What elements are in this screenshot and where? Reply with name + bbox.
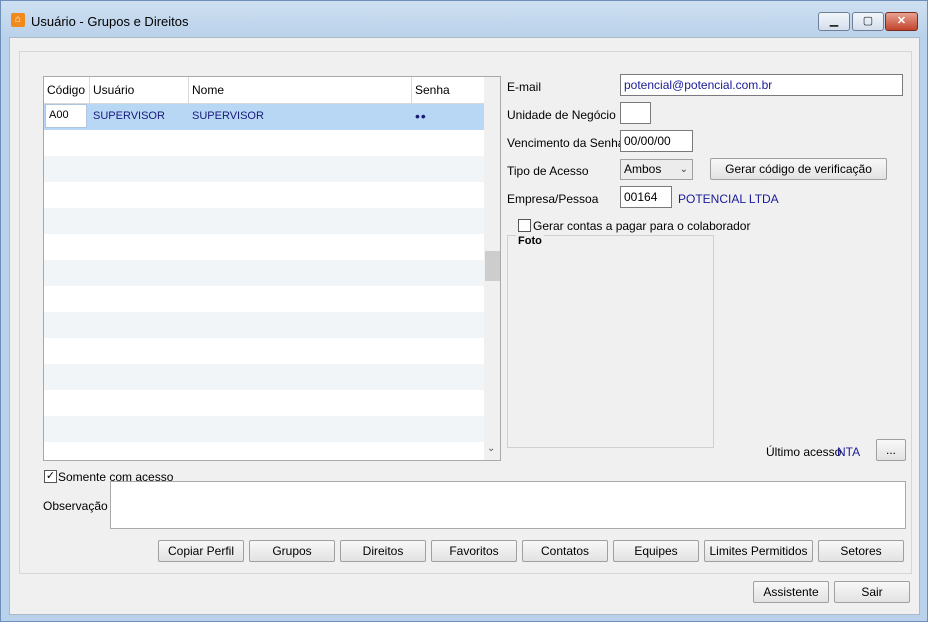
observacao-label: Observação	[43, 499, 108, 513]
close-button[interactable]: ✕	[885, 12, 918, 31]
cell-senha: ••	[415, 108, 427, 124]
empty-row	[44, 416, 484, 442]
empresa-code-field[interactable]: 00164	[620, 186, 672, 208]
sair-button[interactable]: Sair	[834, 581, 910, 603]
copiar-perfil-button[interactable]: Copiar Perfil	[158, 540, 244, 562]
setores-button[interactable]: Setores	[818, 540, 904, 562]
email-label: E-mail	[507, 80, 542, 94]
gerar-codigo-button[interactable]: Gerar código de verificação	[710, 158, 887, 180]
cell-codigo[interactable]: A00	[45, 104, 87, 128]
scrollbar-thumb[interactable]	[485, 251, 500, 281]
limites-button[interactable]: Limites Permitidos	[704, 540, 813, 562]
cell-nome: SUPERVISOR	[192, 110, 264, 122]
email-field[interactable]: potencial@potencial.com.br	[620, 74, 903, 96]
grid-header: Código Usuário Nome Senha	[44, 77, 484, 104]
title-bar: ⌂ Usuário - Grupos e Direitos ▁ ▢ ✕	[1, 1, 927, 37]
users-grid[interactable]: Código Usuário Nome Senha A00 SUPERVISOR…	[43, 76, 501, 461]
direitos-button[interactable]: Direitos	[340, 540, 426, 562]
foto-box[interactable]: Foto	[507, 235, 714, 448]
column-header-usuario[interactable]: Usuário	[90, 77, 189, 104]
vencimento-label: Vencimento da Senha	[507, 136, 625, 150]
window: ⌂ Usuário - Grupos e Direitos ▁ ▢ ✕ Códi…	[0, 0, 928, 622]
window-title: Usuário - Grupos e Direitos	[31, 14, 189, 29]
column-header-codigo[interactable]: Código	[44, 77, 90, 104]
unidade-label: Unidade de Negócio	[507, 108, 616, 122]
vencimento-field[interactable]: 00/00/00	[620, 130, 693, 152]
ultimo-acesso-value: NTA	[837, 445, 861, 459]
somente-checkbox[interactable]: ✓	[44, 470, 57, 483]
gerar-contas-checkbox[interactable]	[518, 219, 531, 232]
ultimo-acesso-label: Último acesso	[766, 445, 842, 459]
empty-row	[44, 390, 484, 416]
empty-row	[44, 286, 484, 312]
empty-row	[44, 338, 484, 364]
empty-row	[44, 364, 484, 390]
equipes-button[interactable]: Equipes	[613, 540, 699, 562]
empty-row	[44, 312, 484, 338]
cell-usuario: SUPERVISOR	[93, 110, 165, 122]
tipo-acesso-select[interactable]: Ambos ⌄	[620, 159, 693, 180]
empty-row	[44, 182, 484, 208]
empty-row	[44, 156, 484, 182]
empty-row	[44, 208, 484, 234]
tipo-acesso-label: Tipo de Acesso	[507, 164, 589, 178]
foto-label: Foto	[516, 235, 544, 247]
chevron-down-icon: ⌄	[679, 164, 688, 175]
column-header-nome[interactable]: Nome	[189, 77, 412, 104]
unidade-field[interactable]	[620, 102, 651, 124]
table-row[interactable]: A00 SUPERVISOR SUPERVISOR ••	[44, 104, 484, 130]
gerar-contas-label: Gerar contas a pagar para o colaborador	[533, 219, 751, 233]
assistente-button[interactable]: Assistente	[753, 581, 829, 603]
tipo-acesso-value: Ambos	[624, 162, 662, 176]
empty-row	[44, 260, 484, 286]
empresa-label: Empresa/Pessoa	[507, 192, 599, 206]
grupos-button[interactable]: Grupos	[249, 540, 335, 562]
empty-row	[44, 130, 484, 156]
favoritos-button[interactable]: Favoritos	[431, 540, 517, 562]
client-area: Código Usuário Nome Senha A00 SUPERVISOR…	[9, 37, 920, 615]
column-header-senha[interactable]: Senha	[412, 77, 484, 104]
main-panel: Código Usuário Nome Senha A00 SUPERVISOR…	[19, 51, 912, 574]
more-button[interactable]: ...	[876, 439, 906, 461]
observacao-field[interactable]	[110, 481, 906, 529]
minimize-button[interactable]: ▁	[818, 12, 850, 31]
empty-row	[44, 234, 484, 260]
scroll-down-arrow-icon[interactable]: ⌄	[487, 443, 495, 454]
maximize-button[interactable]: ▢	[852, 12, 884, 31]
empresa-name: POTENCIAL LTDA	[678, 192, 779, 206]
contatos-button[interactable]: Contatos	[522, 540, 608, 562]
app-icon: ⌂	[11, 13, 25, 27]
grid-scrollbar[interactable]: ⌄	[484, 77, 500, 460]
